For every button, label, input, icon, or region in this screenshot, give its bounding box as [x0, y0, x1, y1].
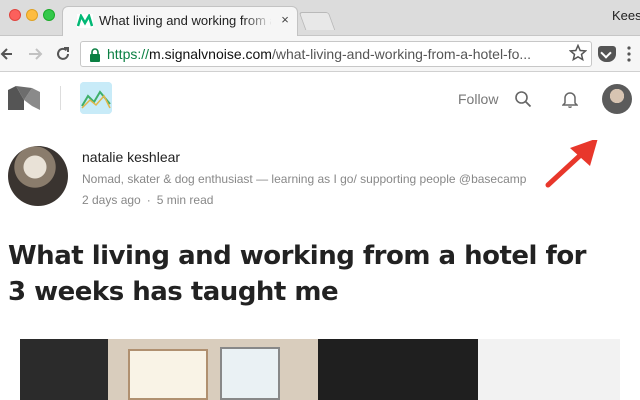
meta-separator: ·	[146, 193, 151, 207]
browser-toolbar: https://m.signalvnoise.com/what-living-a…	[0, 36, 640, 72]
hero-segment	[318, 339, 478, 400]
minimize-window-button[interactable]	[26, 9, 38, 21]
web-page: Follow natalie keshlear Nomad, skater & …	[0, 72, 640, 400]
medium-logo-icon[interactable]	[6, 84, 42, 112]
hero-segment	[478, 339, 620, 400]
address-bar[interactable]: https://m.signalvnoise.com/what-living-a…	[80, 41, 592, 67]
author-bio: Nomad, skater & dog enthusiast — learnin…	[82, 172, 527, 186]
profile-name[interactable]: Kees	[612, 8, 640, 23]
article-meta: 2 days ago · 5 min read	[82, 193, 213, 207]
search-icon[interactable]	[514, 90, 532, 108]
tab-strip: What living and working from a × Kees	[0, 0, 640, 36]
publication-chart-icon	[80, 82, 112, 114]
hero-frame	[128, 349, 208, 400]
url-host: m.signalvnoise.com	[149, 46, 272, 62]
reload-icon[interactable]	[54, 45, 72, 63]
tab-active[interactable]: What living and working from a ×	[62, 6, 298, 36]
publication-logo[interactable]	[80, 82, 112, 114]
lock-icon	[90, 48, 100, 62]
arrow-left-icon[interactable]	[0, 45, 18, 63]
close-window-button[interactable]	[9, 9, 21, 21]
medium-favicon-icon	[77, 14, 93, 28]
author-avatar[interactable]	[8, 146, 68, 206]
article-title: What living and working from a hotel for…	[8, 241, 587, 307]
user-avatar[interactable]	[602, 84, 632, 114]
hero-image	[20, 339, 620, 400]
pocket-icon[interactable]	[598, 46, 616, 62]
url-protocol: https://	[107, 46, 150, 62]
annotation-arrow-icon	[545, 140, 598, 188]
menu-dots-icon[interactable]	[626, 45, 632, 63]
url-path: /what-living-and-working-from-a-hotel-fo…	[271, 46, 532, 62]
new-tab-button[interactable]	[298, 12, 336, 30]
tab-close-icon[interactable]: ×	[277, 11, 293, 29]
star-icon[interactable]	[569, 44, 587, 62]
hero-segment	[20, 339, 108, 400]
read-time: 5 min read	[156, 193, 214, 207]
bell-icon[interactable]	[562, 90, 578, 108]
header-divider	[60, 86, 61, 110]
arrow-right-icon[interactable]	[26, 45, 44, 63]
follow-button[interactable]: Follow	[458, 91, 498, 107]
published-date: 2 days ago	[82, 193, 141, 207]
pocket-chevron	[600, 47, 612, 59]
tab-title-fade	[243, 9, 273, 33]
hero-frame	[220, 347, 280, 400]
browser-window: What living and working from a × Kees ht…	[0, 0, 640, 400]
author-name[interactable]: natalie keshlear	[82, 149, 180, 165]
url-text: https://m.signalvnoise.com/what-living-a…	[107, 46, 567, 62]
maximize-window-button[interactable]	[43, 9, 55, 21]
